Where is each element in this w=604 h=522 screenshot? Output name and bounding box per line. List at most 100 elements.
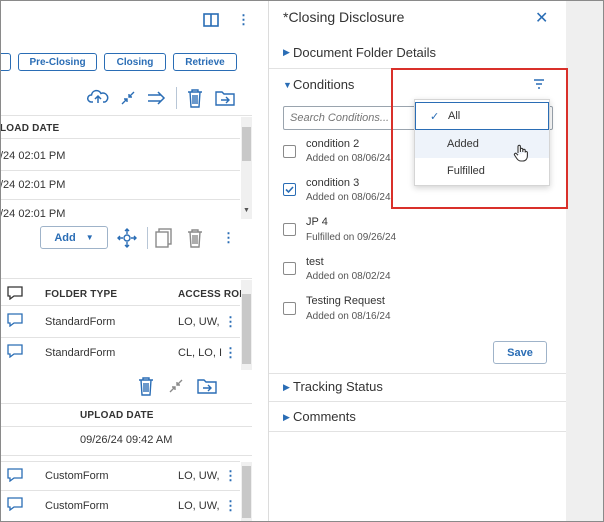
kebab-icon[interactable]: ⋮ (222, 231, 235, 244)
kebab-icon[interactable]: ⋮ (237, 13, 250, 26)
toolbar-divider (176, 87, 177, 109)
toolbar-divider (147, 227, 148, 249)
tab-pre-closing[interactable]: Pre-Closing (18, 53, 97, 71)
condition-checkbox[interactable] (283, 183, 296, 196)
move-icon[interactable] (116, 227, 138, 249)
filter-option-label: Added (447, 138, 479, 150)
access-role-cell: LO, UW, (178, 316, 220, 328)
caret-right-icon: ▶ (283, 47, 290, 57)
condition-name: test (306, 256, 324, 268)
chat-icon[interactable] (6, 468, 24, 482)
caret-right-icon: ▶ (283, 382, 290, 392)
table-border (0, 461, 240, 462)
condition-date: Fulfilled on 09/26/24 (306, 232, 397, 243)
filter-dropdown: ✓ All Added Fulfilled (414, 99, 550, 186)
table-border (0, 403, 252, 404)
folder-type-cell: CustomForm (45, 500, 109, 512)
section-label: Comments (293, 409, 356, 424)
kebab-icon[interactable]: ⋮ (224, 469, 237, 482)
upload-date-cell: 09/26/24 09:42 AM (80, 434, 173, 446)
add-button[interactable]: Add ▼ (40, 226, 108, 249)
folder-move-icon[interactable] (213, 88, 237, 108)
table-cell-date: /24 02:01 PM (0, 179, 66, 191)
condition-name: condition 3 (306, 177, 360, 189)
table-border (0, 305, 240, 306)
tab-unknown[interactable] (0, 53, 11, 71)
copy-icon[interactable] (154, 227, 174, 249)
access-role-cell: LO, UW, (178, 470, 220, 482)
section-folder-details[interactable]: ▶ Document Folder Details (269, 37, 567, 69)
panel-title: *Closing Disclosure (283, 9, 405, 25)
table-border (0, 199, 240, 200)
chat-icon[interactable] (6, 344, 24, 358)
filter-option-all[interactable]: ✓ All (415, 102, 549, 130)
folder-type-cell: StandardForm (45, 316, 116, 328)
trash-icon[interactable] (136, 375, 156, 397)
folder-move-icon[interactable] (195, 376, 219, 396)
condition-name: Testing Request (306, 295, 385, 307)
section-tracking-status[interactable]: ▶ Tracking Status (269, 374, 567, 402)
condition-checkbox[interactable] (283, 223, 296, 236)
close-icon[interactable]: ✕ (535, 8, 548, 28)
condition-date: Added on 08/06/24 (306, 192, 391, 203)
check-icon: ✓ (430, 110, 440, 123)
trash-icon[interactable] (185, 227, 205, 249)
cloud-upload-icon[interactable] (87, 88, 109, 106)
table-cell-date: /24 02:01 PM (0, 150, 66, 162)
condition-name: JP 4 (306, 216, 328, 228)
condition-date: Added on 08/06/24 (306, 153, 391, 164)
caret-down-icon[interactable]: ▼ (283, 80, 292, 90)
folder-type-header: FOLDER TYPE (45, 289, 118, 300)
kebab-icon[interactable]: ⋮ (224, 315, 237, 328)
table-border (0, 278, 252, 279)
page-background (566, 0, 604, 522)
caret-right-icon: ▶ (283, 412, 290, 422)
columns-icon[interactable] (202, 12, 220, 28)
upload-date-header: UPLOAD DATE (80, 410, 154, 421)
add-button-label: Add (54, 231, 76, 244)
condition-checkbox[interactable] (283, 262, 296, 275)
table-border (0, 337, 240, 338)
hand-cursor-icon (513, 144, 528, 162)
table-border (0, 138, 240, 139)
table-border (0, 115, 252, 116)
scrollbar-thumb[interactable] (242, 294, 251, 364)
scrollbar[interactable] (241, 280, 252, 370)
document-detail-panel: *Closing Disclosure ✕ ▶ Document Folder … (268, 0, 567, 522)
section-label: Tracking Status (293, 379, 383, 394)
tab-closing[interactable]: Closing (104, 53, 166, 71)
folder-type-cell: StandardForm (45, 347, 116, 359)
section-label[interactable]: Conditions (293, 77, 354, 92)
chat-icon[interactable] (6, 313, 24, 327)
kebab-icon[interactable]: ⋮ (224, 346, 237, 359)
scroll-down-arrow[interactable]: ▼ (243, 207, 250, 214)
condition-date: Added on 08/02/24 (306, 271, 391, 282)
save-button[interactable]: Save (493, 341, 547, 364)
filter-icon[interactable] (533, 79, 545, 89)
chevron-down-icon: ▼ (85, 233, 94, 242)
chat-icon[interactable] (6, 497, 24, 511)
scrollbar[interactable] (241, 462, 252, 522)
trash-icon[interactable] (185, 87, 205, 109)
tab-retrieve[interactable]: Retrieve (173, 53, 237, 71)
condition-name: condition 2 (306, 138, 360, 150)
document-list-pane: ⋮ Pre-Closing Closing Retrieve LOAD DATE… (0, 0, 268, 522)
scrollbar[interactable]: ▼ (241, 117, 252, 219)
collapse-icon[interactable] (120, 90, 136, 106)
collapse-icon[interactable] (168, 378, 184, 394)
table-border (0, 170, 240, 171)
kebab-icon[interactable]: ⋮ (224, 499, 237, 512)
section-label: Document Folder Details (293, 45, 437, 60)
table-border (0, 455, 252, 456)
chat-icon[interactable] (6, 286, 24, 300)
table-border (0, 426, 252, 427)
condition-checkbox[interactable] (283, 302, 296, 315)
send-icon[interactable] (147, 90, 167, 106)
scrollbar-thumb[interactable] (242, 466, 251, 518)
section-comments[interactable]: ▶ Comments (269, 402, 567, 432)
table-border (0, 490, 240, 491)
condition-checkbox[interactable] (283, 145, 296, 158)
check-icon (285, 186, 294, 194)
scrollbar-thumb[interactable] (242, 127, 251, 161)
load-date-header: LOAD DATE (0, 123, 60, 134)
